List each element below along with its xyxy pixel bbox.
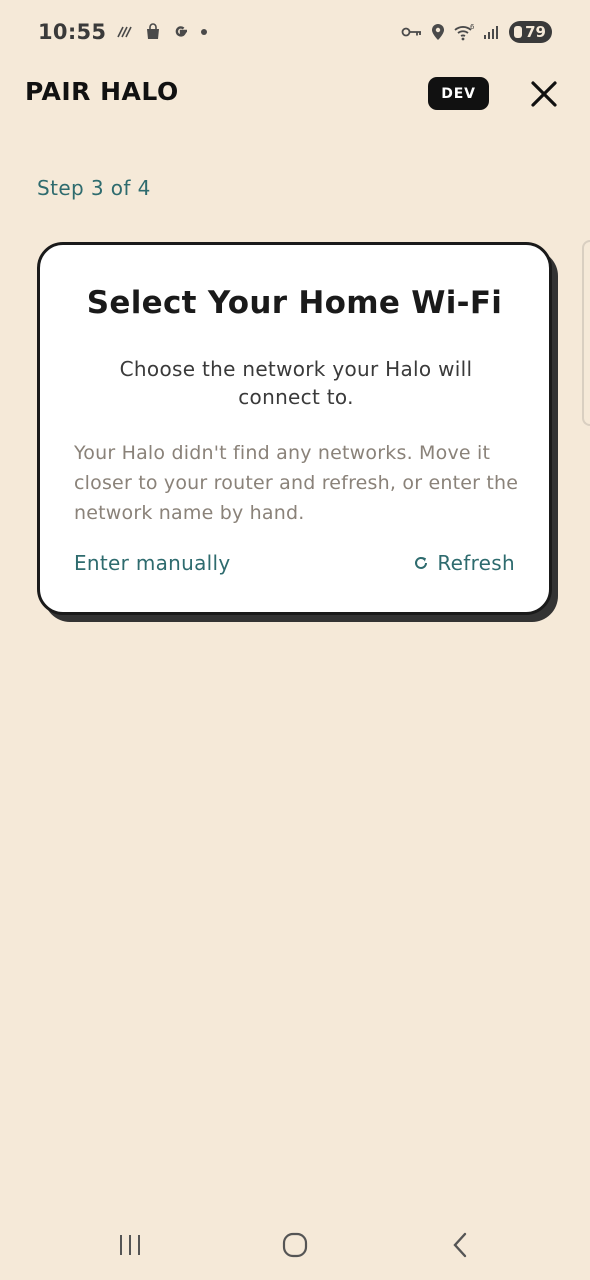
battery-level: 79 — [525, 23, 546, 41]
close-button[interactable] — [524, 74, 564, 114]
status-left: 10:55 — [38, 20, 208, 44]
key-icon — [401, 25, 423, 39]
shopping-bag-icon — [144, 23, 162, 41]
signal-icon — [483, 24, 501, 40]
back-button[interactable] — [438, 1230, 482, 1260]
refresh-button[interactable]: Refresh — [413, 551, 515, 575]
close-icon — [531, 81, 557, 107]
dot-icon — [200, 28, 208, 36]
recent-apps-button[interactable] — [108, 1230, 152, 1260]
wifi-icon: 6 — [453, 23, 475, 41]
location-icon — [431, 23, 445, 41]
card-title: Select Your Home Wi-Fi — [86, 285, 503, 321]
screen: 10:55 6 79 PAIR HALO DEV Step 3 of 4 Sel… — [0, 0, 590, 1280]
app-header: PAIR HALO DEV — [0, 72, 590, 116]
system-nav-bar — [0, 1210, 590, 1280]
battery-icon: 79 — [509, 21, 552, 43]
status-time: 10:55 — [38, 20, 107, 44]
wifi-select-card: Select Your Home Wi-Fi Choose the networ… — [37, 242, 552, 615]
step-indicator: Step 3 of 4 — [37, 176, 151, 200]
back-icon — [453, 1232, 467, 1258]
recent-apps-icon — [120, 1235, 140, 1255]
refresh-label: Refresh — [437, 551, 515, 575]
status-bar: 10:55 6 79 — [0, 0, 590, 64]
scroll-edge-indicator — [582, 240, 590, 426]
diagonal-lines-icon — [116, 25, 134, 39]
google-g-icon — [172, 23, 190, 41]
no-networks-message: Your Halo didn't find any networks. Move… — [74, 442, 519, 524]
battery-pill — [514, 26, 523, 38]
dev-badge: DEV — [428, 77, 489, 110]
svg-text:6: 6 — [470, 23, 475, 31]
home-button[interactable] — [273, 1230, 317, 1260]
home-icon — [282, 1232, 308, 1258]
refresh-icon — [415, 556, 428, 569]
status-right: 6 79 — [401, 21, 552, 43]
page-title: PAIR HALO — [25, 77, 179, 106]
enter-manually-link[interactable]: Enter manually — [74, 551, 231, 575]
card-subtitle: Choose the network your Halo will connec… — [119, 357, 473, 409]
